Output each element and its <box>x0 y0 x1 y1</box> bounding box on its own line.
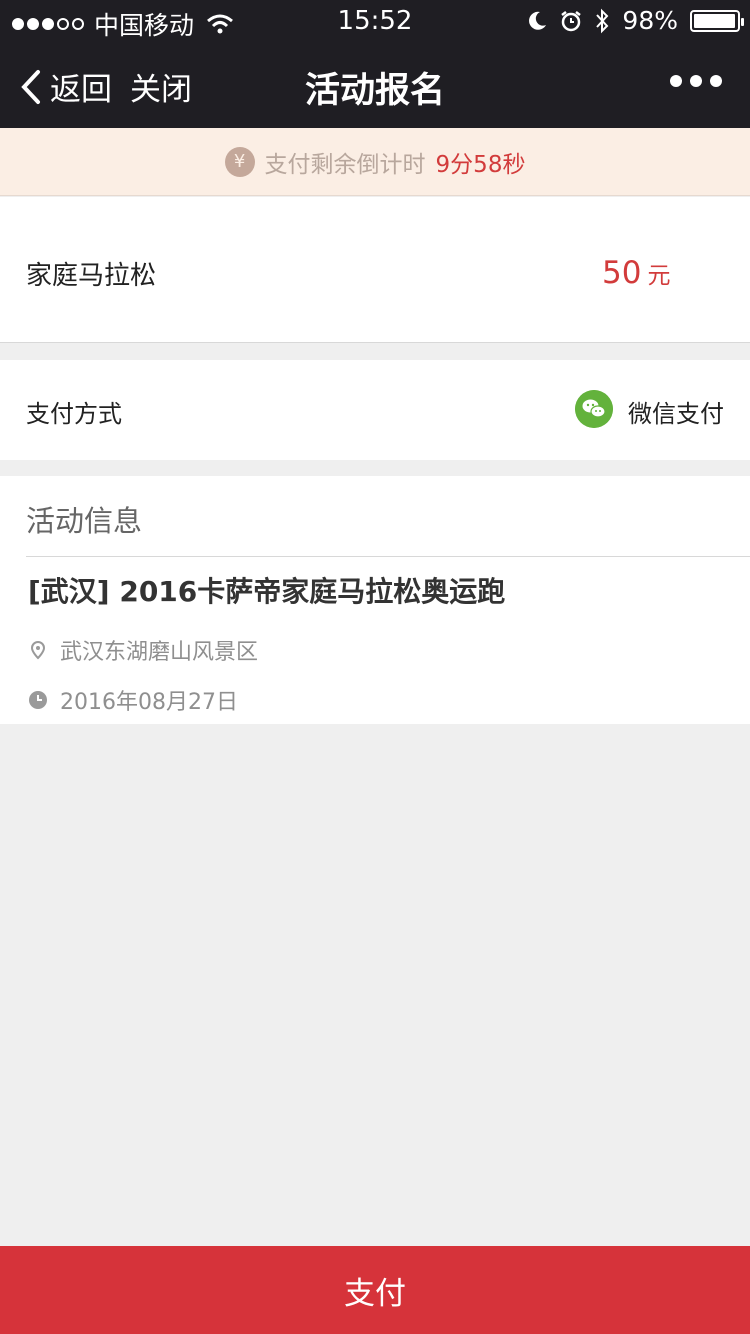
event-location-text: 武汉东湖磨山风景区 <box>60 640 259 665</box>
nav-bar: 返回 关闭 活动报名 <box>0 42 750 128</box>
yen-icon: ¥ <box>224 146 255 177</box>
event-location: 武汉东湖磨山风景区 <box>28 634 258 666</box>
payment-method-row[interactable]: 支付方式 微信支付 <box>0 360 750 460</box>
event-info-card: 活动信息 [武汉] 2016卡萨帝家庭马拉松奥运跑 武汉东湖磨山风景区 2016… <box>0 476 750 724</box>
price-amount: 50 <box>602 255 642 291</box>
pay-button[interactable]: 支付 <box>0 1246 750 1334</box>
item-name: 家庭马拉松 <box>26 261 157 291</box>
bluetooth-icon <box>596 8 609 33</box>
clock-icon <box>29 691 47 709</box>
divider <box>26 556 750 557</box>
payment-method-value: 微信支付 <box>628 400 724 428</box>
payment-method-label: 支付方式 <box>26 400 122 428</box>
countdown-time: 9分58秒 <box>435 151 526 178</box>
battery-icon <box>690 9 744 32</box>
moon-icon <box>529 11 547 30</box>
battery-fill <box>694 13 736 28</box>
event-info-header: 活动信息 <box>26 504 143 538</box>
more-options-icon[interactable] <box>670 75 722 87</box>
screen: 中国移动 15:52 98% 返回 关闭 活动报名 ¥ 支付剩余倒计时 9分58… <box>0 0 750 1334</box>
event-date-text: 2016年08月27日 <box>60 690 238 715</box>
battery-percent: 98% <box>622 6 678 35</box>
location-pin-icon <box>30 640 46 660</box>
event-title: [武汉] 2016卡萨帝家庭马拉松奥运跑 <box>28 575 506 608</box>
countdown-label: 支付剩余倒计时 <box>264 151 426 178</box>
item-price: 50 元 <box>602 255 670 291</box>
order-item: 家庭马拉松 50 元 <box>0 197 750 343</box>
wechat-pay-icon <box>575 390 613 428</box>
alarm-icon <box>561 10 582 31</box>
status-bar: 中国移动 15:52 98% <box>0 0 750 42</box>
page-title: 活动报名 <box>304 71 445 111</box>
price-unit: 元 <box>647 263 671 289</box>
event-date: 2016年08月27日 <box>28 684 238 716</box>
payment-countdown-banner: ¥ 支付剩余倒计时 9分58秒 <box>0 128 750 196</box>
